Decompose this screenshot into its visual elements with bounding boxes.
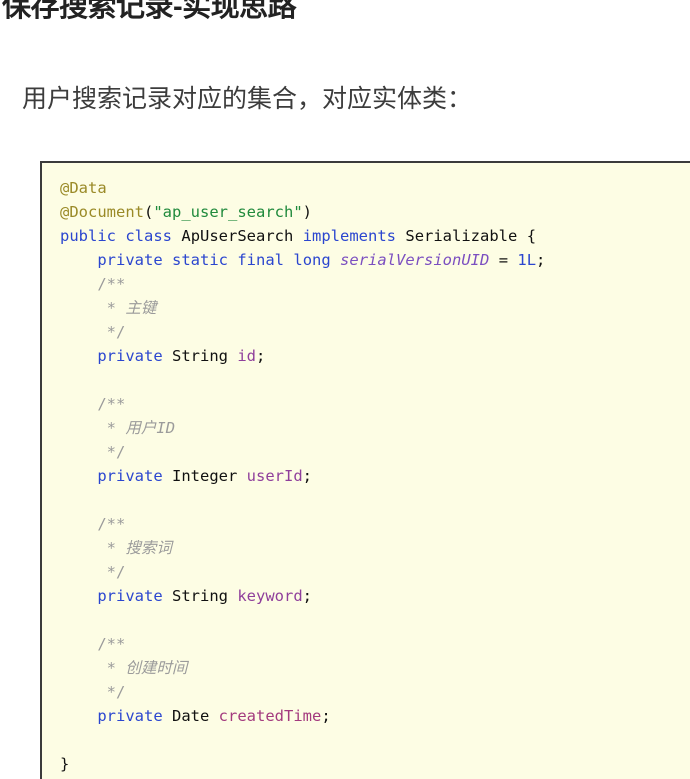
comment-open-3: /** xyxy=(97,515,126,533)
brace-open: { xyxy=(526,227,537,245)
class-name: ApUserSearch xyxy=(181,227,294,245)
field-createdtime: createdTime xyxy=(218,707,322,725)
comment-text-keyword: 搜索词 xyxy=(125,539,172,557)
comment-star-1: * xyxy=(106,299,117,317)
operator-equals: = xyxy=(498,251,509,269)
semicolon-1: ; xyxy=(256,347,266,365)
paren-open: ( xyxy=(144,203,154,221)
brace-close: } xyxy=(60,755,70,773)
constant-serialversionuid: serialVersionUID xyxy=(340,251,490,269)
page-subtitle: 用户搜索记录对应的集合，对应实体类： xyxy=(22,85,473,113)
comment-star-2: * xyxy=(106,419,117,437)
annotation-document: @Document xyxy=(60,203,144,221)
semicolon-2: ; xyxy=(302,467,313,485)
comment-text-id: 主键 xyxy=(125,299,157,317)
type-date: Date xyxy=(172,707,210,725)
semicolon-4: ; xyxy=(321,707,331,725)
keyword-private-0: private xyxy=(97,251,163,269)
comment-text-userid: 用户ID xyxy=(125,419,176,437)
keyword-implements: implements xyxy=(302,227,397,245)
literal-1l: 1L xyxy=(517,251,537,269)
code-block: @Data @Document("ap_user_search") public… xyxy=(40,161,690,779)
keyword-static: static xyxy=(172,251,228,269)
keyword-private-4: private xyxy=(97,707,163,725)
keyword-class: class xyxy=(125,227,173,245)
keyword-private-2: private xyxy=(97,467,163,485)
paren-close: ) xyxy=(302,203,312,221)
java-source-code: @Data @Document("ap_user_search") public… xyxy=(60,176,690,776)
comment-close-2: */ xyxy=(106,443,126,461)
type-string-1: String xyxy=(172,347,228,365)
page-title: 保存搜索记录-实现思路 xyxy=(2,0,297,23)
comment-close-1: */ xyxy=(106,323,126,341)
field-userid: userId xyxy=(246,467,303,485)
keyword-private-1: private xyxy=(97,347,163,365)
comment-close-3: */ xyxy=(106,563,126,581)
comment-text-createdtime: 创建时间 xyxy=(125,659,188,677)
field-id: id xyxy=(237,347,257,365)
field-keyword: keyword xyxy=(237,587,303,605)
semicolon-0: ; xyxy=(536,251,546,269)
comment-star-4: * xyxy=(106,659,117,677)
comment-open-4: /** xyxy=(97,635,126,653)
keyword-public: public xyxy=(60,227,116,245)
type-serializable: Serializable xyxy=(405,227,518,245)
comment-open-1: /** xyxy=(97,275,126,293)
keyword-private-3: private xyxy=(97,587,163,605)
semicolon-3: ; xyxy=(302,587,313,605)
type-long: long xyxy=(293,251,331,269)
code-block-content: @Data @Document("ap_user_search") public… xyxy=(42,163,690,776)
comment-open-2: /** xyxy=(97,395,126,413)
type-integer: Integer xyxy=(172,467,238,485)
keyword-final: final xyxy=(237,251,285,269)
comment-star-3: * xyxy=(106,539,117,557)
type-string-2: String xyxy=(172,587,228,605)
comment-close-4: */ xyxy=(106,683,126,701)
collection-name-string: "ap_user_search" xyxy=(153,203,303,221)
annotation-data: @Data xyxy=(60,179,107,197)
